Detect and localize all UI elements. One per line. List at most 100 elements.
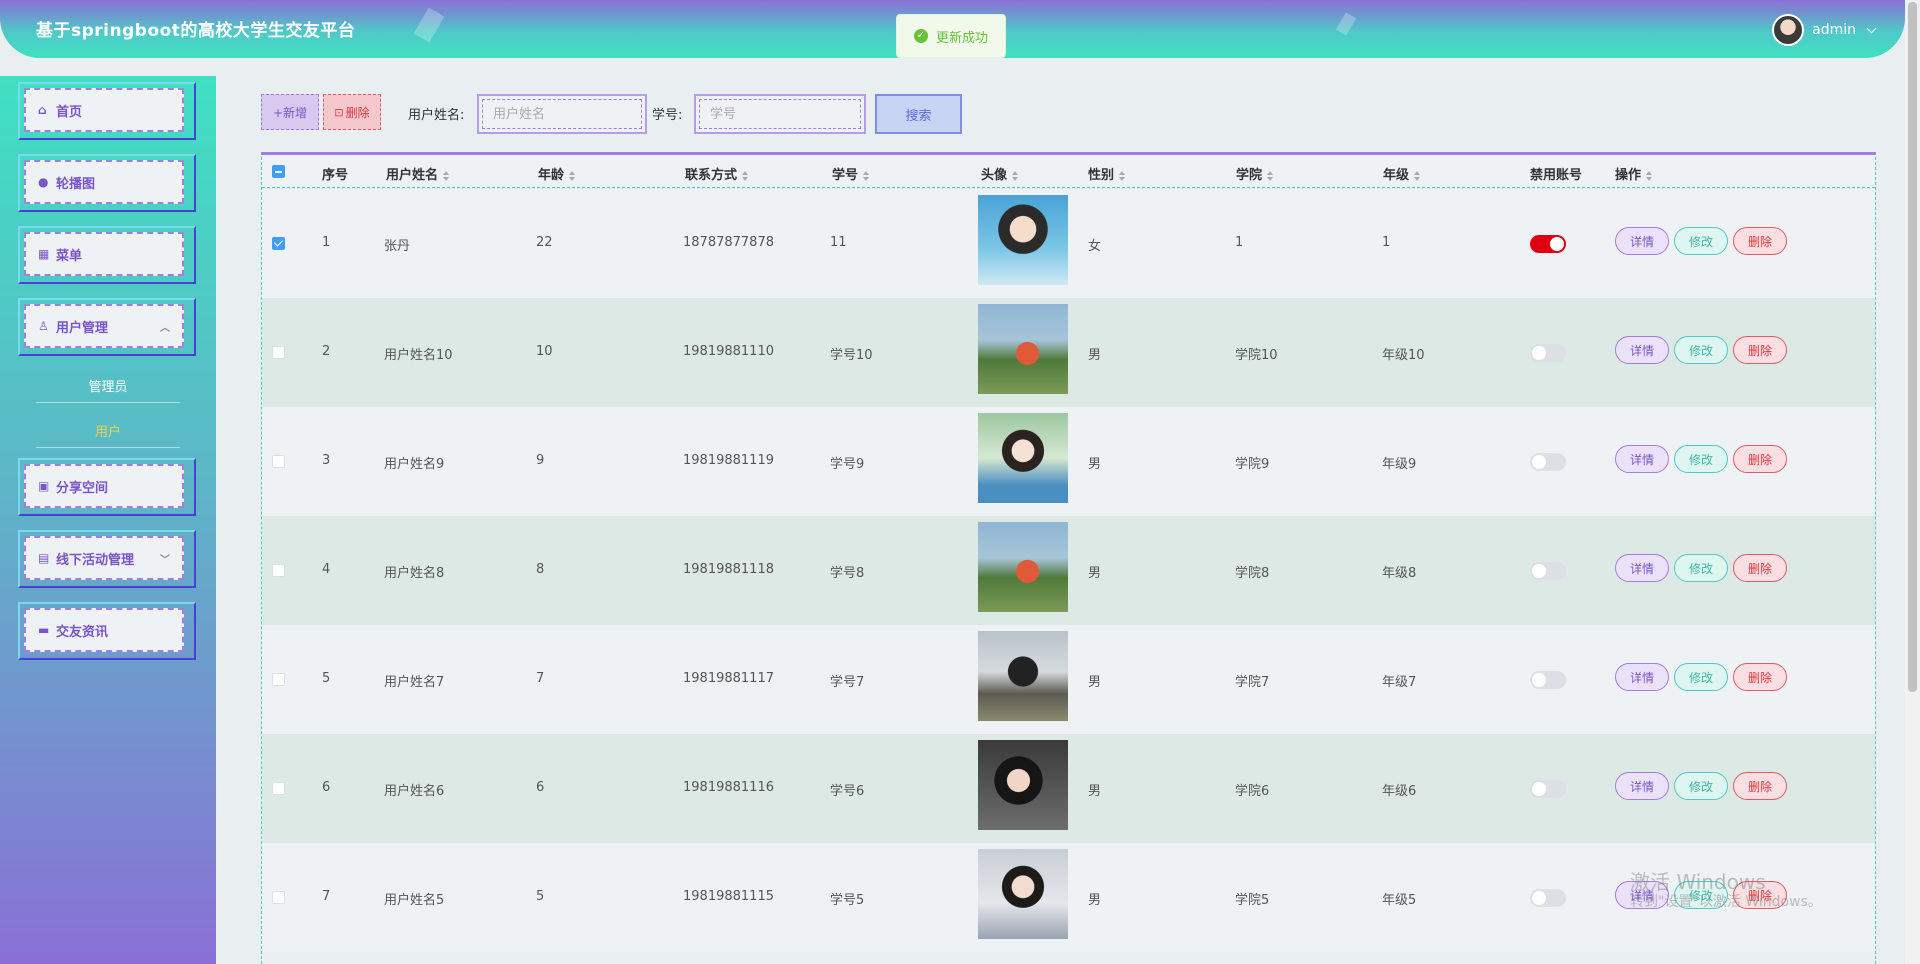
sidebar-item-1[interactable]: ● 轮播图 [18, 154, 196, 212]
sort-icon[interactable] [569, 170, 576, 181]
search-button[interactable]: 搜索 [875, 94, 962, 134]
sidebar-subitem-0[interactable]: 管理员 [36, 376, 180, 395]
sort-icon[interactable] [863, 170, 870, 181]
column-header[interactable]: 学院 [1236, 164, 1274, 183]
detail-button[interactable]: 详情 [1615, 445, 1669, 473]
sidebar-item-label: 轮播图 [56, 176, 96, 192]
row-index: 4 [322, 562, 331, 577]
scrollbar-thumb[interactable] [1908, 2, 1917, 692]
select-all-checkbox[interactable] [272, 165, 285, 178]
row-index: 2 [322, 344, 331, 359]
sidebar-item-label: 交友资讯 [56, 624, 109, 640]
table-header: 序号 用户姓名 年龄 联系方式 学号 头像 性别 学院 年级 禁用账号 操作 [262, 155, 1875, 188]
row-checkbox[interactable] [272, 455, 285, 468]
column-header[interactable]: 操作 [1615, 164, 1653, 183]
sort-icon[interactable] [1119, 170, 1126, 181]
column-header[interactable]: 年级 [1383, 164, 1421, 183]
sidebar-subitem-1[interactable]: 用户 [36, 421, 180, 440]
table-row[interactable]: 2 用户姓名10 10 19819881110 学号10 男 学院10 年级10 详情 修改 删除 [262, 298, 1875, 407]
username: admin [1812, 22, 1856, 38]
row-checkbox[interactable] [272, 346, 285, 359]
edit-button[interactable]: 修改 [1674, 227, 1728, 255]
add-button[interactable]: +新增 [261, 94, 319, 130]
column-header[interactable]: 序号 [322, 164, 348, 183]
column-header[interactable]: 学号 [832, 164, 870, 183]
sort-icon[interactable] [1414, 170, 1421, 181]
grid-icon: ▦ [38, 247, 50, 261]
column-header[interactable]: 年龄 [538, 164, 576, 183]
sidebar-item-6[interactable]: ▬ 交友资讯 [18, 602, 196, 660]
edit-button[interactable]: 修改 [1674, 336, 1728, 364]
remove-button[interactable]: 删除 [1733, 772, 1787, 800]
disable-account-toggle[interactable] [1530, 562, 1566, 580]
sidebar-item-5[interactable]: ▤ 线下活动管理 ﹀ [18, 530, 196, 588]
table-row[interactable]: 3 用户姓名9 9 19819881119 学号9 男 学院9 年级9 详情 修改 删除 [262, 407, 1875, 516]
sort-icon[interactable] [1012, 170, 1019, 181]
remove-button[interactable]: 删除 [1733, 663, 1787, 691]
column-header[interactable]: 头像 [981, 164, 1019, 183]
student-search-input[interactable] [699, 99, 861, 129]
row-checkbox[interactable] [272, 782, 285, 795]
column-header-label: 年龄 [538, 168, 565, 183]
sidebar-item-4[interactable]: ▣ 分享空间 [18, 458, 196, 516]
column-header[interactable]: 禁用账号 [1530, 164, 1582, 183]
detail-button[interactable]: 详情 [1615, 227, 1669, 255]
gender-cell: 女 [1088, 239, 1102, 254]
phone-cell: 19819881115 [683, 889, 774, 904]
college-cell: 学院5 [1235, 893, 1270, 908]
name-search-input[interactable] [482, 99, 642, 129]
sidebar-item-0[interactable]: ⌂ 首页 [18, 82, 196, 140]
table-row[interactable]: 5 用户姓名7 7 19819881117 学号7 男 学院7 年级7 详情 修改 删除 [262, 625, 1875, 734]
edit-button[interactable]: 修改 [1674, 554, 1728, 582]
sidebar-item-label: 线下活动管理 [56, 552, 135, 568]
delete-button[interactable]: ⊡ 删除 [323, 94, 381, 130]
sidebar-item-3[interactable]: ♙ 用户管理 ︿ [18, 298, 196, 356]
sort-icon[interactable] [742, 170, 749, 181]
grade-cell: 年级7 [1382, 675, 1417, 690]
detail-button[interactable]: 详情 [1615, 772, 1669, 800]
edit-button[interactable]: 修改 [1674, 663, 1728, 691]
column-header[interactable]: 用户姓名 [386, 164, 450, 183]
remove-button[interactable]: 删除 [1733, 445, 1787, 473]
column-header[interactable]: 联系方式 [685, 164, 749, 183]
row-checkbox[interactable] [272, 673, 285, 686]
row-checkbox[interactable] [272, 891, 285, 904]
disable-account-toggle[interactable] [1530, 780, 1566, 798]
user-table: 序号 用户姓名 年龄 联系方式 学号 头像 性别 学院 年级 禁用账号 操作 1 张丹 22 187878… [261, 152, 1876, 964]
disable-account-toggle[interactable] [1530, 344, 1566, 362]
column-header[interactable]: 性别 [1088, 164, 1126, 183]
edit-button[interactable]: 修改 [1674, 445, 1728, 473]
detail-button[interactable]: 详情 [1615, 554, 1669, 582]
disable-account-toggle[interactable] [1530, 235, 1566, 253]
sidebar-item-2[interactable]: ▦ 菜单 [18, 226, 196, 284]
subitem-divider [36, 447, 180, 448]
edit-button[interactable]: 修改 [1674, 772, 1728, 800]
remove-button[interactable]: 删除 [1733, 554, 1787, 582]
sort-icon[interactable] [1267, 170, 1274, 181]
disable-account-toggle[interactable] [1530, 671, 1566, 689]
home-icon: ⌂ [38, 103, 47, 117]
user-avatar-image [978, 522, 1068, 612]
sort-icon[interactable] [443, 170, 450, 181]
drop-icon: ● [38, 175, 49, 189]
table-row[interactable]: 1 张丹 22 18787877878 11 女 1 1 详情 修改 删除 [262, 189, 1875, 298]
detail-button[interactable]: 详情 [1615, 336, 1669, 364]
row-checkbox[interactable] [272, 564, 285, 577]
remove-button[interactable]: 删除 [1733, 336, 1787, 364]
row-checkbox[interactable] [272, 237, 285, 250]
remove-button[interactable]: 删除 [1733, 227, 1787, 255]
student-no-cell: 学号6 [830, 784, 865, 799]
disable-account-toggle[interactable] [1530, 889, 1566, 907]
column-header-label: 学号 [832, 168, 859, 183]
page-scrollbar[interactable] [1905, 0, 1920, 964]
disable-account-toggle[interactable] [1530, 453, 1566, 471]
college-cell: 学院9 [1235, 457, 1270, 472]
column-header-label: 年级 [1383, 168, 1410, 183]
menu-item-body: ▦ 菜单 [24, 232, 184, 276]
detail-button[interactable]: 详情 [1615, 663, 1669, 691]
user-menu[interactable]: admin [1772, 14, 1877, 46]
sort-icon[interactable] [1646, 170, 1653, 181]
table-row[interactable]: 6 用户姓名6 6 19819881116 学号6 男 学院6 年级6 详情 修改 删除 [262, 734, 1875, 843]
column-header-label: 头像 [981, 168, 1008, 183]
table-row[interactable]: 4 用户姓名8 8 19819881118 学号8 男 学院8 年级8 详情 修改 删除 [262, 516, 1875, 625]
